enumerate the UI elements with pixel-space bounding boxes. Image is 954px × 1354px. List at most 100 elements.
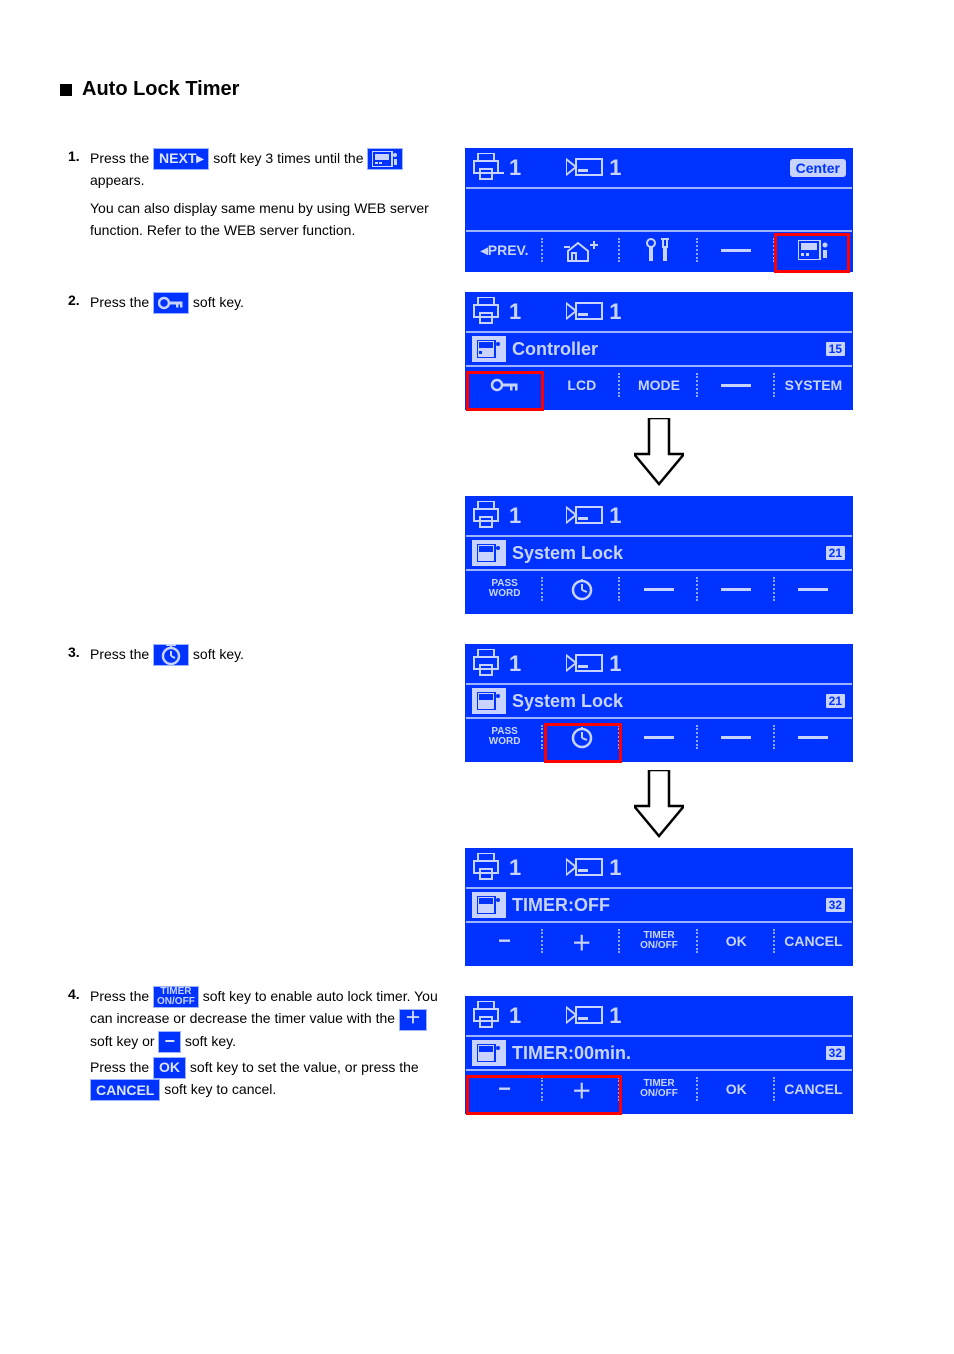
step-4-d: soft key. xyxy=(185,1033,236,1049)
screen-system-lock-1: 1 1 System Lock 21 PASS WORD xyxy=(465,496,853,614)
screen-center: 1 1 Center ◂PREV. xyxy=(465,148,853,272)
empty-slot xyxy=(620,719,697,755)
step-2-a: Press the xyxy=(90,294,153,310)
house-icon-button[interactable] xyxy=(543,232,620,268)
step-1-extra: appears. xyxy=(90,172,144,188)
step-4-a: Press the xyxy=(90,988,153,1004)
section-title: Auto Lock Timer xyxy=(82,78,239,101)
screen-system-lock-2: 1 1 System Lock 21 PASS WORD xyxy=(465,644,853,762)
cancel-button[interactable]: CANCEL xyxy=(775,1071,852,1107)
printer-icon xyxy=(472,297,506,328)
timer-off-title: TIMER:OFF xyxy=(512,895,610,916)
ok-button[interactable]: OK xyxy=(698,1071,775,1107)
controller-mini-icon xyxy=(472,540,506,566)
printer-icon xyxy=(472,1001,506,1032)
empty-slot xyxy=(620,571,697,607)
ok-inline[interactable]: OK xyxy=(153,1057,186,1079)
step-4-e: Press the xyxy=(90,1059,153,1075)
password-button[interactable]: PASS WORD xyxy=(466,719,543,755)
controller-icon-button[interactable] xyxy=(775,232,852,268)
controller-icon-inline xyxy=(367,148,403,170)
timer-onoff-inline[interactable]: TIMER ON/OFF xyxy=(153,986,199,1008)
center-chip: Center xyxy=(790,159,846,177)
plus-button[interactable]: ＋ xyxy=(543,923,620,959)
prev-button[interactable]: ◂PREV. xyxy=(466,232,543,268)
n1: 1 xyxy=(509,503,521,529)
top-1b: 1 xyxy=(609,155,621,181)
empty-slot xyxy=(698,232,775,268)
tools-icon-button[interactable] xyxy=(620,232,697,268)
step-1-b: soft key 3 times until the xyxy=(213,150,367,166)
empty-slot xyxy=(775,719,852,755)
step-4-num: 4. xyxy=(68,986,80,1002)
lcd-button[interactable]: LCD xyxy=(543,367,620,403)
next-button-inline[interactable]: NEXT▸ xyxy=(153,148,209,170)
step-1-text: Press the NEXT▸ soft key 3 times until t… xyxy=(90,148,450,241)
step-1-c: You can also display same menu by using … xyxy=(90,200,429,238)
plus-button[interactable]: ＋ xyxy=(543,1071,620,1107)
empty-slot xyxy=(698,719,775,755)
clock-icon-inline[interactable] xyxy=(153,644,189,666)
step-1-num: 1. xyxy=(68,148,80,164)
screen-timer-00: 1 1 TIMER:00min. 32 − ＋ TIMER ON/OFF OK … xyxy=(465,996,853,1114)
bullet-icon xyxy=(60,84,72,96)
camera-icon xyxy=(566,155,606,182)
n1: 1 xyxy=(509,299,521,325)
controller-mini-icon xyxy=(472,1040,506,1066)
screen-num-21b: 21 xyxy=(825,693,846,709)
minus-inline[interactable]: − xyxy=(158,1031,181,1053)
cancel-button[interactable]: CANCEL xyxy=(775,923,852,959)
cancel-inline[interactable]: CANCEL xyxy=(90,1079,160,1101)
timer-onoff-button[interactable]: TIMER ON/OFF xyxy=(620,1071,697,1107)
n2: 1 xyxy=(609,651,621,677)
step-2-num: 2. xyxy=(68,292,80,308)
controller-mini-icon xyxy=(472,336,506,362)
arrow-down-icon xyxy=(634,418,684,478)
printer-icon xyxy=(472,153,506,184)
timer-onoff-button[interactable]: TIMER ON/OFF xyxy=(620,923,697,959)
controller-mini-icon xyxy=(472,892,506,918)
system-button[interactable]: SYSTEM xyxy=(775,367,852,403)
n2: 1 xyxy=(609,503,621,529)
step-2-b: soft key. xyxy=(193,294,244,310)
printer-icon xyxy=(472,853,506,884)
minus-button[interactable]: − xyxy=(466,1071,543,1107)
plus-inline[interactable]: ＋ xyxy=(399,1009,427,1031)
system-lock-title: System Lock xyxy=(512,543,623,564)
screen-timer-off: 1 1 TIMER:OFF 32 − ＋ TIMER ON/OFF OK CAN… xyxy=(465,848,853,966)
ok-button[interactable]: OK xyxy=(698,923,775,959)
camera-icon xyxy=(566,855,606,882)
clock-button[interactable] xyxy=(543,719,620,755)
n2: 1 xyxy=(609,855,621,881)
screen-num-32a: 32 xyxy=(825,897,846,913)
n1: 1 xyxy=(509,1003,521,1029)
key-icon-inline[interactable] xyxy=(153,292,189,314)
key-button[interactable] xyxy=(466,367,543,403)
screen-num-15: 15 xyxy=(825,341,846,357)
controller-mini-icon xyxy=(472,688,506,714)
n2: 1 xyxy=(609,1003,621,1029)
arrow-down-icon xyxy=(634,770,684,830)
controller-title: Controller xyxy=(512,339,598,360)
step-2-text: Press the soft key. xyxy=(90,292,450,314)
n2: 1 xyxy=(609,299,621,325)
top-1a: 1 xyxy=(509,155,521,181)
clock-button[interactable] xyxy=(543,571,620,607)
system-lock-title: System Lock xyxy=(512,691,623,712)
minus-button[interactable]: − xyxy=(466,923,543,959)
screen-num-21a: 21 xyxy=(825,545,846,561)
empty-slot xyxy=(698,367,775,403)
step-1-a: Press the xyxy=(90,150,153,166)
n1: 1 xyxy=(509,855,521,881)
camera-icon xyxy=(566,299,606,326)
screen-num-32b: 32 xyxy=(825,1045,846,1061)
step-3-b: soft key. xyxy=(193,646,244,662)
mode-button[interactable]: MODE xyxy=(620,367,697,403)
step-4-g: soft key to cancel. xyxy=(164,1081,276,1097)
n1: 1 xyxy=(509,651,521,677)
camera-icon xyxy=(566,651,606,678)
printer-icon xyxy=(472,501,506,532)
password-button[interactable]: PASS WORD xyxy=(466,571,543,607)
camera-icon xyxy=(566,503,606,530)
printer-icon xyxy=(472,649,506,680)
